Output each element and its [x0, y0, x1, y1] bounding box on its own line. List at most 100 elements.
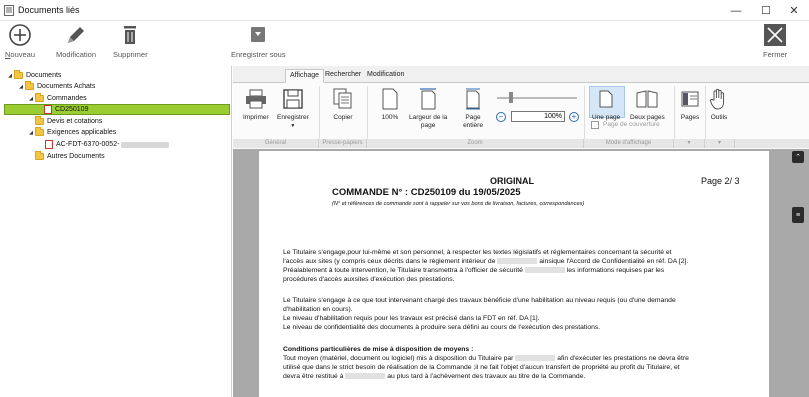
redacted-text [121, 141, 170, 148]
tree-item-label: Commandes [47, 95, 87, 102]
document-page: ORIGINAL Page 2/ 3 COMMANDE N° : CD25010… [259, 151, 769, 397]
main-toolbar: Nouveau Modification Supprimer Enregistr… [0, 21, 809, 66]
collapse-arrow-icon[interactable]: ◢ [17, 84, 25, 90]
tab-affichage[interactable]: Affichage [285, 69, 325, 83]
save-as-button[interactable]: Enregistrer sous [231, 23, 286, 59]
page-width-button[interactable]: Largeur de la page [409, 87, 447, 130]
title-bar: Documents liés — ☐ ✕ [0, 0, 809, 21]
window-title: Documents liés [18, 5, 80, 15]
trash-icon [124, 26, 137, 44]
zoom-in-button[interactable]: + [569, 112, 579, 122]
folder-icon [35, 116, 44, 125]
paragraph-line: l'accès aux sites (y compris ceux décrit… [283, 258, 689, 265]
pages-label: Pages [680, 114, 700, 121]
copy-icon [332, 87, 354, 111]
paragraph-line: Le Titulaire s'engage à ce que tout inte… [283, 297, 676, 304]
folder-icon [35, 151, 44, 160]
pages-panel-icon [679, 87, 701, 111]
conditions-title: Conditions particulières de mise à dispo… [283, 346, 474, 353]
print-label: Imprimer [243, 114, 269, 121]
printer-icon [245, 87, 267, 111]
page-width-icon [417, 87, 439, 111]
tree-item-ac-fdt[interactable]: AC-FDT-6370-0052- [45, 139, 170, 150]
whole-page-label: Page [465, 114, 481, 121]
two-pages-button[interactable]: Deux pages [630, 87, 665, 122]
document-area: ORIGINAL Page 2/ 3 COMMANDE N° : CD25010… [233, 149, 809, 397]
new-label: Nouveau [5, 50, 36, 59]
pdf-document-icon [44, 105, 52, 114]
close-window-button[interactable]: ✕ [779, 0, 809, 21]
document-tree: ◢ Documents ◢ Documents Achats ◢ Command… [0, 66, 232, 397]
print-button[interactable]: Imprimer [243, 87, 269, 122]
copy-label: Copier [333, 114, 353, 121]
new-button[interactable]: Nouveau [5, 23, 35, 59]
pdf-document-icon [45, 140, 53, 149]
page-icon [379, 87, 401, 111]
tree-item-label: AC-FDT-6370-0052- [56, 141, 120, 148]
order-subtitle: (N° et références de commande sont à rap… [332, 201, 585, 207]
minimize-button[interactable]: — [721, 0, 751, 21]
redacted-text [515, 355, 556, 362]
zoom-100-label: 100% [381, 114, 399, 121]
scroll-up-button[interactable]: ⌃ [792, 151, 804, 163]
save-label: Enregistrer [277, 114, 309, 121]
scroll-thumb[interactable]: ≡ [792, 207, 804, 223]
collapse-arrow-icon[interactable]: ◢ [6, 73, 14, 79]
paragraph-line: Le niveau d'habilitation requis pour les… [283, 315, 540, 322]
tree-item-commandes[interactable]: ◢ Commandes [27, 93, 87, 104]
tools-button[interactable]: Outils [708, 87, 730, 122]
group-pages-dropdown[interactable]: ▾ [674, 139, 705, 148]
maximize-button[interactable]: ☐ [751, 0, 781, 21]
hand-tool-icon [708, 87, 730, 111]
folder-icon [35, 93, 44, 102]
tree-item-label: Documents [26, 72, 62, 79]
tree-item-cd250109[interactable]: CD250109 [4, 104, 230, 115]
document-viewer: Affichage Rechercher Modification Imprim… [233, 66, 809, 397]
zoom-slider-thumb[interactable] [509, 92, 513, 103]
tree-item-documents[interactable]: ◢ Documents [6, 70, 61, 81]
tree-item-exigences[interactable]: ◢ Exigences applicables [27, 127, 116, 138]
paragraph-line: Préalablement à toute intervention, le T… [283, 267, 665, 274]
single-page-icon [595, 87, 617, 111]
ribbon: Imprimer Enregistrer ▼ Copier 100% Large… [233, 83, 809, 149]
close-button[interactable]: Fermer [763, 23, 787, 59]
original-label: ORIGINAL [490, 176, 534, 186]
page-width-label: Largeur de la [409, 114, 448, 121]
save-button[interactable]: Enregistrer ▼ [277, 87, 309, 130]
delete-label: Supprimer [113, 50, 148, 59]
floppy-icon [282, 87, 304, 111]
group-empty [735, 139, 809, 148]
tab-modification[interactable]: Modification [363, 69, 408, 83]
copy-button[interactable]: Copier [332, 87, 354, 122]
one-page-button[interactable]: Une page [592, 87, 620, 122]
cover-page-checkbox[interactable] [591, 121, 599, 129]
order-title: COMMANDE N° : CD250109 du 19/05/2025 [332, 187, 521, 198]
zoom-input[interactable] [511, 111, 565, 122]
modify-button[interactable]: Modification [56, 23, 96, 59]
tree-item-devis[interactable]: Devis et cotations [35, 116, 102, 127]
folder-icon [35, 127, 44, 136]
collapse-arrow-icon[interactable]: ◢ [27, 130, 35, 136]
zoom-out-button[interactable]: − [496, 112, 506, 122]
group-zoom-label: Zoom [367, 139, 584, 148]
tools-label: Outils [710, 114, 728, 121]
tree-item-autres[interactable]: Autres Documents [35, 151, 105, 162]
save-disk-icon [251, 27, 266, 42]
delete-button[interactable]: Supprimer [113, 23, 148, 59]
paragraph-line: procédures d'accès auxsites d'exécution … [283, 276, 455, 283]
zoom-100-button[interactable]: 100% [379, 87, 401, 122]
whole-page-button[interactable]: Page entière [462, 87, 484, 130]
tab-rechercher[interactable]: Rechercher [321, 69, 365, 83]
plus-circle-icon [9, 24, 31, 46]
pencil-icon [68, 27, 85, 43]
tree-item-label: Devis et cotations [47, 118, 103, 125]
documents-icon [4, 5, 14, 16]
tree-item-label: Exigences applicables [47, 129, 117, 136]
cover-page-label: Page de couverture [603, 121, 660, 128]
pages-button[interactable]: Pages [679, 87, 701, 122]
page-width-label-2: page [420, 122, 436, 129]
group-tools-dropdown[interactable]: ▾ [705, 139, 735, 148]
tree-item-documents-achats[interactable]: ◢ Documents Achats [17, 81, 95, 92]
collapse-arrow-icon[interactable]: ◢ [27, 96, 35, 102]
group-view-mode-label: Mode d'affichage [584, 139, 674, 148]
